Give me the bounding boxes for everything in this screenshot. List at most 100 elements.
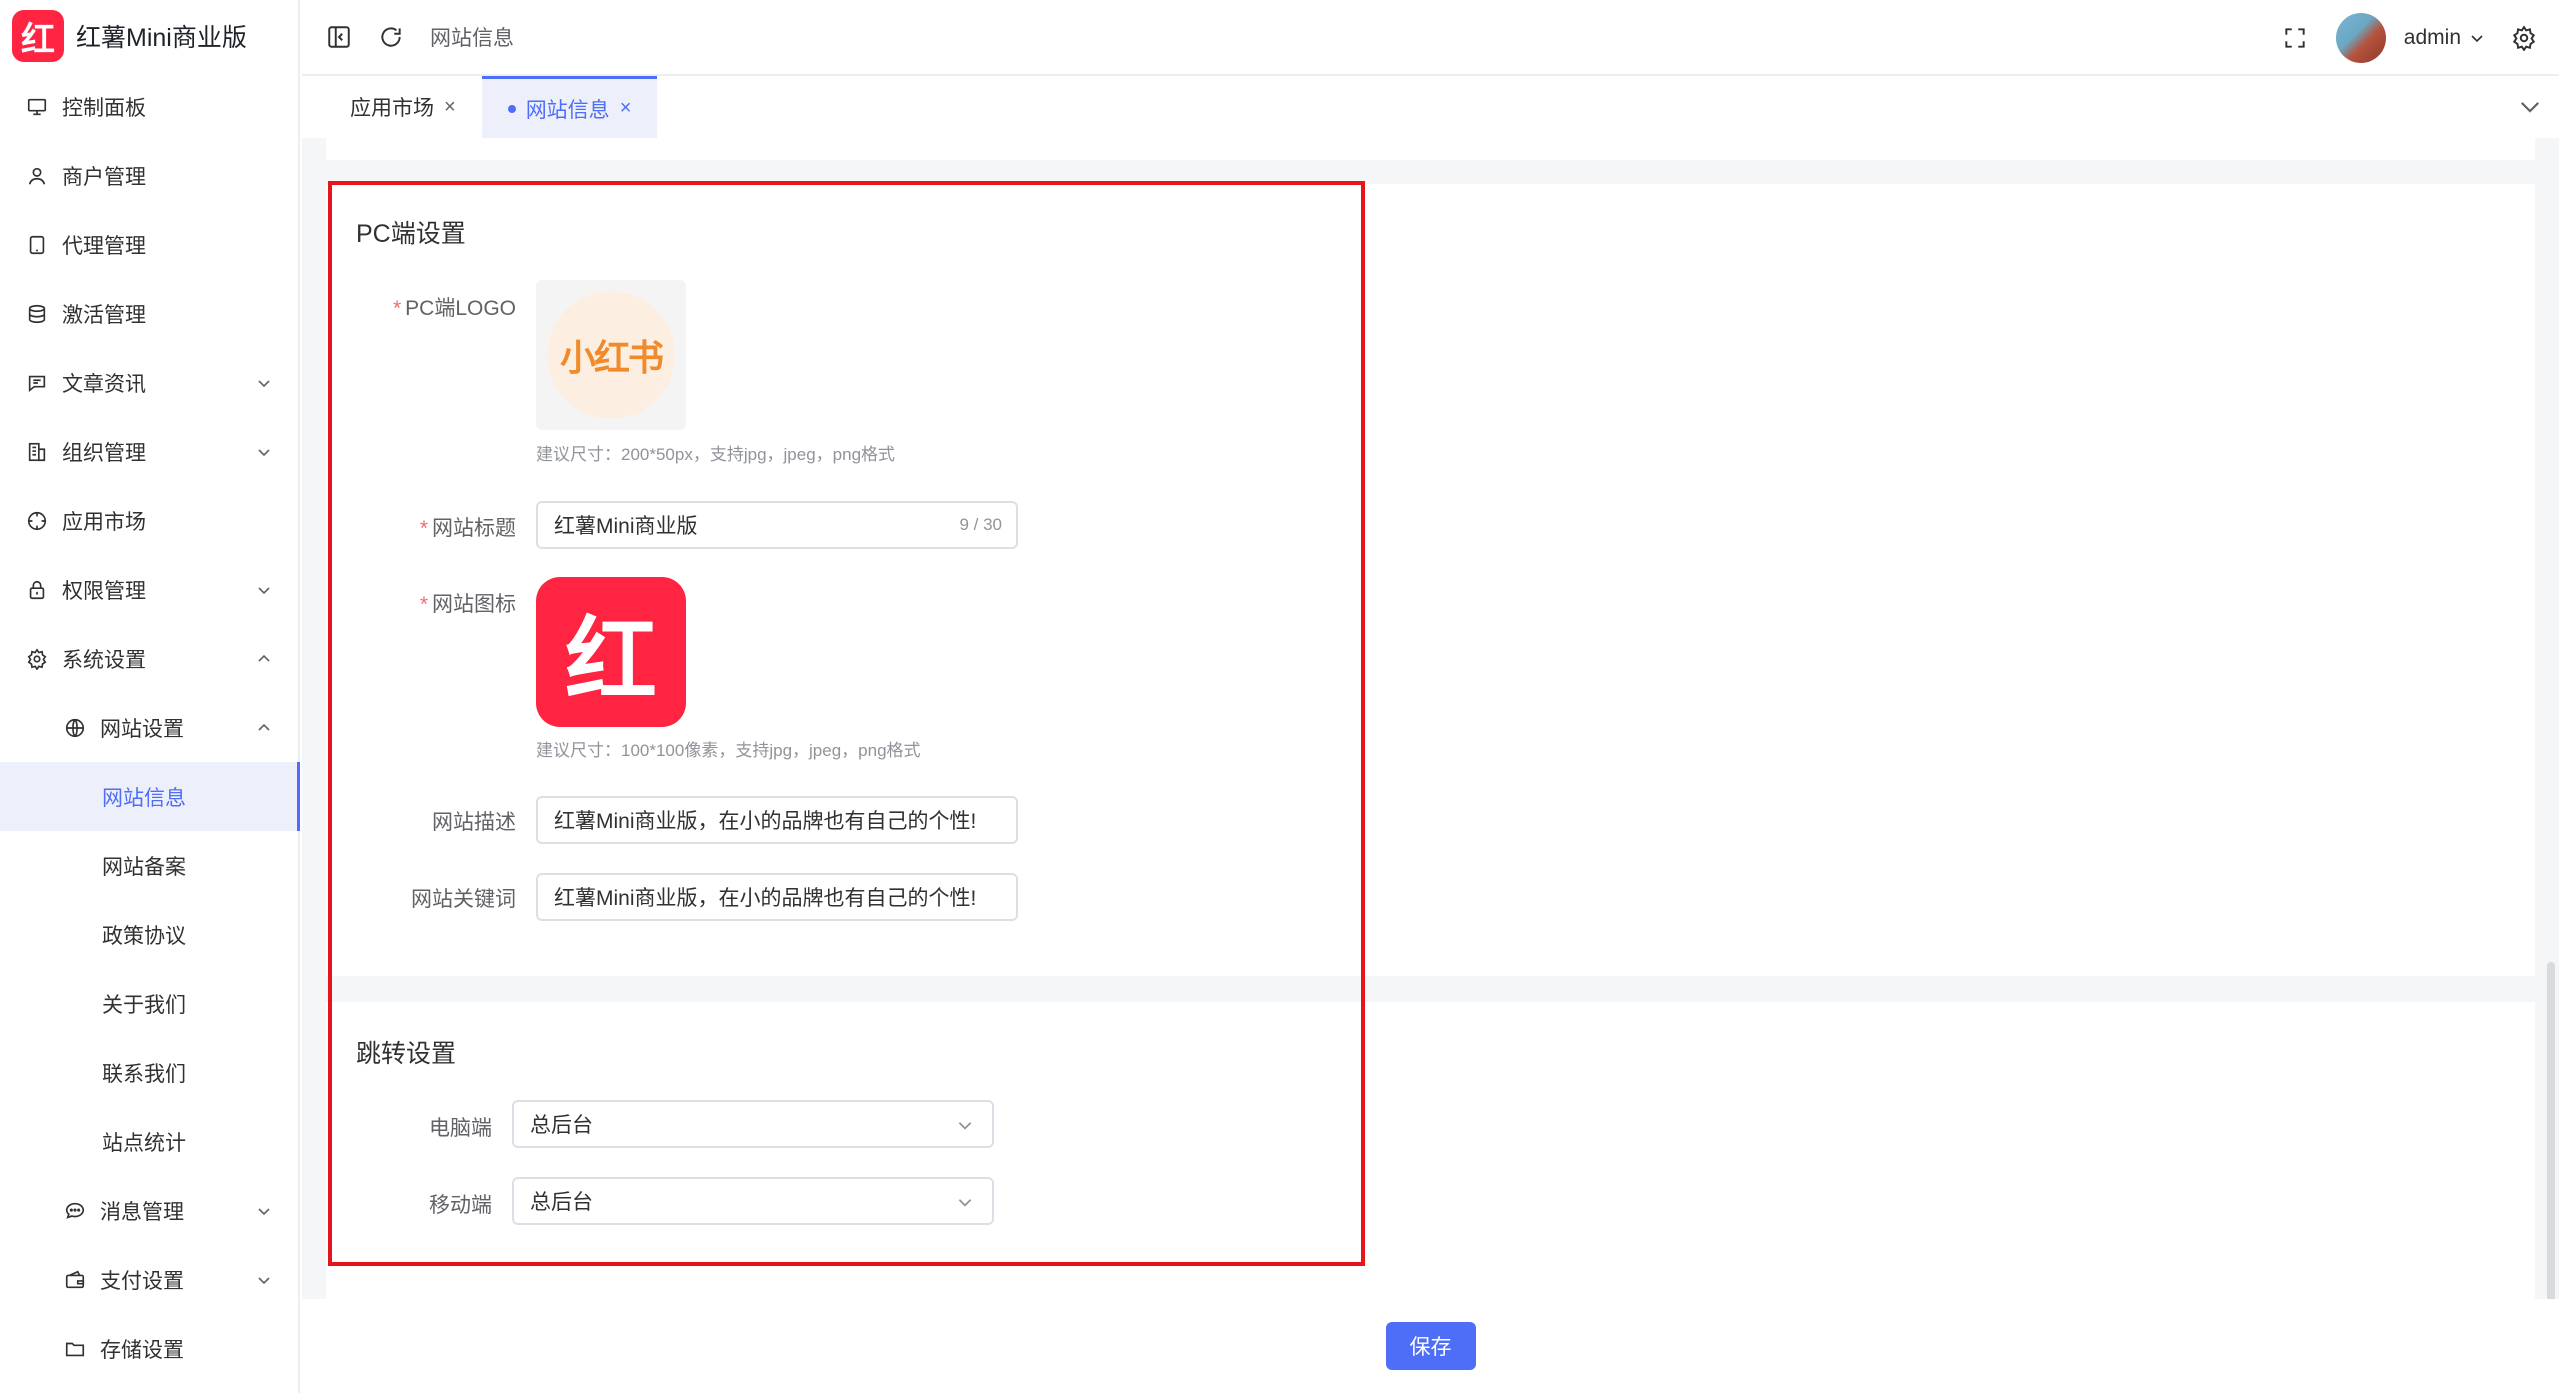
sidebar-item-message-management[interactable]: 消息管理 [0,1176,298,1245]
form-label: * 网站标题 [356,512,516,542]
site-keywords-input[interactable]: 红薯Mini商业版，在小的品牌也有自己的个性! [536,873,1018,921]
input-value: 红薯Mini商业版，在小的品牌也有自己的个性! [554,887,977,910]
sidebar-item-articles[interactable]: 文章资讯 [0,348,298,417]
refresh-icon[interactable] [376,22,406,52]
sidebar-item-merchants[interactable]: 商户管理 [0,141,298,210]
save-button[interactable]: 保存 [1385,1322,1476,1370]
fullscreen-icon[interactable] [2280,23,2310,53]
header-actions: admin [2258,0,2539,76]
sidebar-item-website-filing[interactable]: 网站备案 [0,831,298,900]
close-icon[interactable]: × [620,97,632,120]
site-icon-image: 红 [536,577,686,727]
sidebar-item-system-settings[interactable]: 系统设置 [0,624,298,693]
chevron-down-icon[interactable] [2467,23,2487,53]
site-description-input[interactable]: 红薯Mini商业版，在小的品牌也有自己的个性! [536,796,1018,844]
basketball-icon [64,717,86,739]
sidebar-item-label: 商户管理 [62,165,146,189]
page-scrollbar[interactable] [2547,962,2555,1302]
sidebar-item-site-stats[interactable]: 站点统计 [0,1107,298,1176]
chevron-up-icon [258,654,270,662]
avatar[interactable] [2335,13,2386,63]
select-value: 总后台 [530,1114,593,1137]
sidebar-item-permissions[interactable]: 权限管理 [0,555,298,624]
site-icon-upload[interactable]: 红 [536,577,686,727]
mobile-redirect-select[interactable]: 总后台 [512,1177,994,1225]
pc-logo-hint: 建议尺寸：200*50px，支持jpg，jpeg，png格式 [536,445,896,464]
sidebar-item-label: 应用市场 [62,510,146,534]
sidebar-item-about-us[interactable]: 关于我们 [0,969,298,1038]
tab-app-market[interactable]: 应用市场 × [324,76,482,138]
form-footer: 保存 [302,1299,2559,1393]
sidebar-item-payment-settings[interactable]: 支付设置 [0,1245,298,1314]
pc-redirect-select[interactable]: 总后台 [512,1100,994,1148]
tab-label: 网站信息 [525,98,610,122]
pc-settings-card: PC端设置 * PC端LOGO 小红书 建议尺寸：200*50px，支持jpg，j… [326,184,2535,976]
section-title: PC端设置 [356,220,466,248]
folder-icon [64,1338,86,1360]
section-title: 跳转设置 [356,1040,457,1068]
sidebar-item-agents[interactable]: 代理管理 [0,210,298,279]
sidebar-item-activation[interactable]: 激活管理 [0,279,298,348]
pc-logo-image: 小红书 [547,291,675,419]
sidebar-item-label: 存储设置 [100,1338,184,1362]
sidebar-item-label: 文章资讯 [62,372,146,396]
chevron-down-icon [258,586,270,594]
top-header: 网站信息 admin [302,0,2559,76]
form-label: * PC端LOGO [356,292,516,322]
active-dot-icon [507,104,516,113]
sidebar-item-policy[interactable]: 政策协议 [0,900,298,969]
compass-icon [26,510,48,532]
chevron-down-icon [958,1199,972,1207]
sidebar-item-app-market[interactable]: 应用市场 [0,486,298,555]
site-icon-hint: 建议尺寸：100*100像素，支持jpg，jpeg，png格式 [536,741,921,760]
sidebar: 红 红薯Mini商业版 控制面板 商户管理 代理管理 激活管理 文章资讯 组织管… [0,0,300,1393]
chevron-up-icon [258,723,270,731]
sidebar-menu: 控制面板 商户管理 代理管理 激活管理 文章资讯 组织管理 应用市场 权限管理 … [0,72,300,1383]
chevron-down-icon [258,379,270,387]
site-title-input[interactable]: 红薯Mini商业版 9 / 30 [536,501,1018,549]
required-mark: * [419,593,428,616]
user-icon [26,165,48,187]
form-label: 移动端 [429,1194,492,1217]
app-logo[interactable]: 红 红薯Mini商业版 [0,0,298,72]
tab-label: 应用市场 [350,97,434,120]
sidebar-item-contact-us[interactable]: 联系我们 [0,1038,298,1107]
sidebar-item-website-settings[interactable]: 网站设置 [0,693,298,762]
sidebar-item-label: 网站设置 [100,717,184,741]
chevron-down-icon [258,1207,270,1215]
settings-gear-icon[interactable] [2509,23,2539,53]
chat-icon [64,1200,86,1222]
wallet-icon [64,1269,86,1291]
sidebar-item-website-info[interactable]: 网站信息 [0,762,300,831]
gear-icon [26,647,48,670]
sidebar-item-label: 代理管理 [62,234,146,258]
pc-logo-upload[interactable]: 小红书 [536,280,686,430]
building-icon [26,441,48,463]
chevron-down-icon [958,1122,972,1130]
sidebar-item-label: 消息管理 [100,1200,184,1224]
sidebar-item-storage-settings[interactable]: 存储设置 [0,1314,298,1383]
chevron-down-icon [258,448,270,456]
close-icon[interactable]: × [444,96,456,119]
sidebar-item-dashboard[interactable]: 控制面板 [0,72,298,141]
lock-icon [26,579,48,601]
form-label: * 网站图标 [356,588,516,618]
tab-website-info[interactable]: 网站信息 × [481,76,658,138]
label-text: 网站图标 [432,593,516,616]
main-content: PC端设置 * PC端LOGO 小红书 建议尺寸：200*50px，支持jpg，j… [302,138,2559,1393]
sidebar-item-organization[interactable]: 组织管理 [0,417,298,486]
sidebar-item-label: 支付设置 [100,1269,184,1293]
required-mark: * [392,297,402,320]
monitor-icon [26,96,48,118]
user-name[interactable]: admin [2404,26,2461,50]
label-text: PC端LOGO [405,297,516,320]
tablet-icon [26,234,48,256]
sidebar-item-label: 权限管理 [62,579,146,603]
collapse-sidebar-icon[interactable] [324,22,354,52]
tabs-more-chevron-icon[interactable] [2519,96,2541,118]
required-mark: * [419,517,428,540]
database-icon [26,303,48,325]
input-value: 红薯Mini商业版，在小的品牌也有自己的个性! [554,810,977,833]
form-label: 网站关键词 [411,888,516,911]
sidebar-item-label: 组织管理 [62,441,146,465]
